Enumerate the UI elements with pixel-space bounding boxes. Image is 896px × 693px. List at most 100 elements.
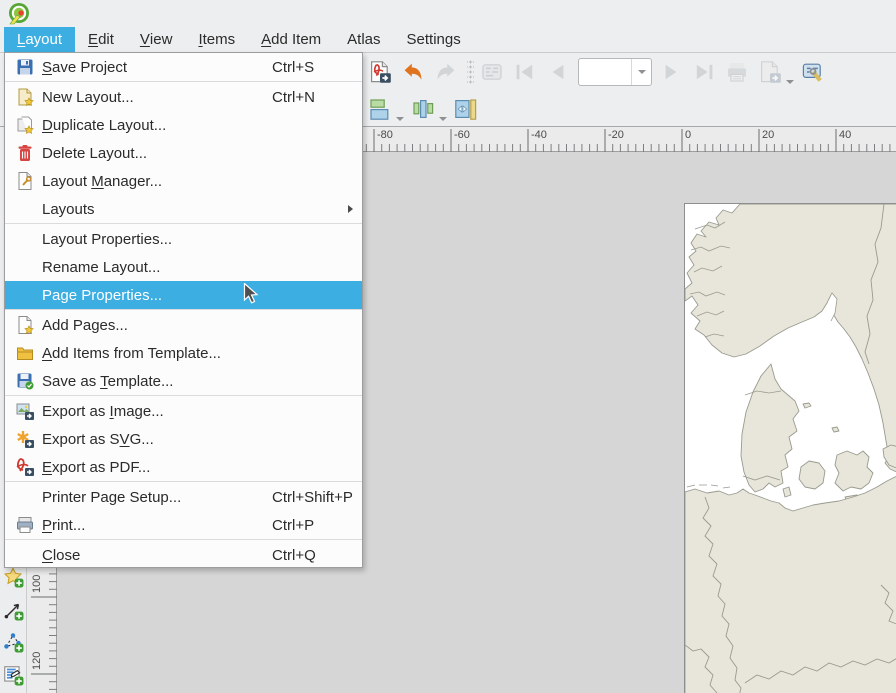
map-item bbox=[685, 204, 896, 693]
first-feature-button bbox=[510, 57, 540, 87]
add-html-button[interactable] bbox=[0, 661, 26, 689]
add-node-item-button[interactable] bbox=[0, 628, 26, 656]
menu-item-duplicate-layout[interactable]: Duplicate Layout... bbox=[5, 111, 362, 139]
svg-text:100: 100 bbox=[31, 575, 43, 593]
menu-item-page-properties[interactable]: Page Properties... bbox=[5, 281, 362, 309]
add-html-icon bbox=[2, 664, 24, 686]
next-feature-button bbox=[656, 57, 686, 87]
export-atlas-button bbox=[755, 57, 785, 87]
menu-item-delete-layout[interactable]: Delete Layout... bbox=[5, 139, 362, 167]
save-icon bbox=[14, 57, 36, 77]
export-pdf-button[interactable] bbox=[365, 57, 395, 87]
no-icon bbox=[14, 199, 36, 219]
mouse-cursor bbox=[243, 283, 261, 307]
menu-item-add-pages[interactable]: Add Pages... bbox=[5, 311, 362, 339]
delete-icon bbox=[14, 143, 36, 163]
menu-item-export-as-image[interactable]: Export as Image... bbox=[5, 397, 362, 425]
last-feature-button bbox=[689, 57, 719, 87]
export-atlas-button-dropdown-icon[interactable] bbox=[786, 80, 794, 84]
add-arrow-icon bbox=[2, 599, 24, 621]
menu-item-printer-page-setup[interactable]: Printer Page Setup...Ctrl+Shift+P bbox=[5, 483, 362, 511]
next-feature-icon bbox=[659, 60, 683, 84]
undo-icon bbox=[401, 60, 425, 84]
print-atlas-icon bbox=[725, 60, 749, 84]
pdf-export-icon bbox=[368, 60, 392, 84]
title-bar bbox=[0, 0, 896, 27]
menu-item-export-as-svg[interactable]: Export as SVG... bbox=[5, 425, 362, 453]
add-marker-icon bbox=[2, 566, 24, 588]
menu-item-layout-properties[interactable]: Layout Properties... bbox=[5, 225, 362, 253]
menu-shortcut: Ctrl+N bbox=[272, 89, 315, 106]
menu-item-print[interactable]: Print...Ctrl+P bbox=[5, 511, 362, 539]
add-node-icon bbox=[2, 631, 24, 653]
menu-item-new-layout[interactable]: New Layout...Ctrl+N bbox=[5, 83, 362, 111]
distribute-items-button[interactable] bbox=[408, 94, 438, 124]
menu-item-rename-layout[interactable]: Rename Layout... bbox=[5, 253, 362, 281]
align-items-button-dropdown-icon[interactable] bbox=[396, 117, 404, 121]
svg-text:-20: -20 bbox=[608, 129, 624, 141]
menu-bar: LayoutEditViewItemsAdd ItemAtlasSettings bbox=[0, 27, 896, 53]
add-arrow-button[interactable] bbox=[0, 596, 26, 624]
atlas-settings-icon bbox=[801, 60, 825, 84]
print-atlas-button bbox=[722, 57, 752, 87]
no-icon bbox=[14, 487, 36, 507]
menubar-item-add-item[interactable]: Add Item bbox=[248, 27, 334, 52]
print-icon bbox=[14, 515, 36, 535]
qgis-logo-icon bbox=[7, 2, 31, 26]
menubar-item-edit[interactable]: Edit bbox=[75, 27, 127, 52]
no-icon bbox=[14, 545, 36, 565]
menubar-item-settings[interactable]: Settings bbox=[394, 27, 474, 52]
no-icon bbox=[14, 229, 36, 249]
layout-page bbox=[684, 203, 896, 693]
align-items-icon bbox=[368, 97, 392, 121]
folder-icon bbox=[14, 343, 36, 363]
export-svg-icon bbox=[14, 429, 36, 449]
svg-text:-80: -80 bbox=[377, 129, 393, 141]
last-feature-icon bbox=[692, 60, 716, 84]
menu-item-add-items-from-template[interactable]: Add Items from Template... bbox=[5, 339, 362, 367]
menu-item-save-as-template[interactable]: Save as Template... bbox=[5, 367, 362, 395]
export-pdf-icon bbox=[14, 457, 36, 477]
redo-icon bbox=[434, 60, 458, 84]
svg-text:120: 120 bbox=[31, 652, 43, 670]
menu-item-save-project[interactable]: Save ProjectCtrl+S bbox=[5, 53, 362, 81]
layout-manager-icon bbox=[14, 171, 36, 191]
combobox-dropdown-icon[interactable] bbox=[631, 59, 651, 85]
atlas-page-combobox[interactable] bbox=[578, 58, 652, 86]
distribute-items-icon bbox=[411, 97, 435, 121]
align-items-button[interactable] bbox=[365, 94, 395, 124]
duplicate-layout-icon bbox=[14, 115, 36, 135]
prev-feature-icon bbox=[546, 60, 570, 84]
export-atlas-icon bbox=[758, 60, 782, 84]
menu-shortcut: Ctrl+Shift+P bbox=[272, 489, 353, 506]
menubar-item-layout[interactable]: Layout bbox=[4, 27, 75, 52]
save-template-icon bbox=[14, 371, 36, 391]
preview-atlas-button bbox=[477, 57, 507, 87]
menubar-item-view[interactable]: View bbox=[127, 27, 186, 52]
add-pages-icon bbox=[14, 315, 36, 335]
menu-item-close[interactable]: CloseCtrl+Q bbox=[5, 541, 362, 569]
menu-item-export-as-pdf[interactable]: Export as PDF... bbox=[5, 453, 362, 481]
menu-item-layouts[interactable]: Layouts bbox=[5, 195, 362, 223]
menubar-item-items[interactable]: Items bbox=[185, 27, 248, 52]
distribute-items-button-dropdown-icon[interactable] bbox=[439, 117, 447, 121]
previous-feature-button bbox=[543, 57, 573, 87]
svg-text:-60: -60 bbox=[454, 129, 470, 141]
resize-items-button[interactable] bbox=[451, 94, 481, 124]
toolbar-separator bbox=[467, 60, 474, 84]
first-feature-icon bbox=[513, 60, 537, 84]
submenu-arrow-icon bbox=[348, 205, 353, 213]
no-icon bbox=[14, 285, 36, 305]
menu-item-layout-manager[interactable]: Layout Manager... bbox=[5, 167, 362, 195]
svg-text:20: 20 bbox=[762, 129, 774, 141]
no-icon bbox=[14, 257, 36, 277]
undo-button[interactable] bbox=[398, 57, 428, 87]
resize-items-icon bbox=[454, 97, 478, 121]
svg-text:0: 0 bbox=[685, 129, 691, 141]
menubar-item-atlas[interactable]: Atlas bbox=[334, 27, 393, 52]
redo-button bbox=[431, 57, 461, 87]
atlas-preview-icon bbox=[480, 60, 504, 84]
atlas-settings-button[interactable] bbox=[798, 57, 828, 87]
svg-text:-40: -40 bbox=[531, 129, 547, 141]
svg-text:40: 40 bbox=[839, 129, 851, 141]
